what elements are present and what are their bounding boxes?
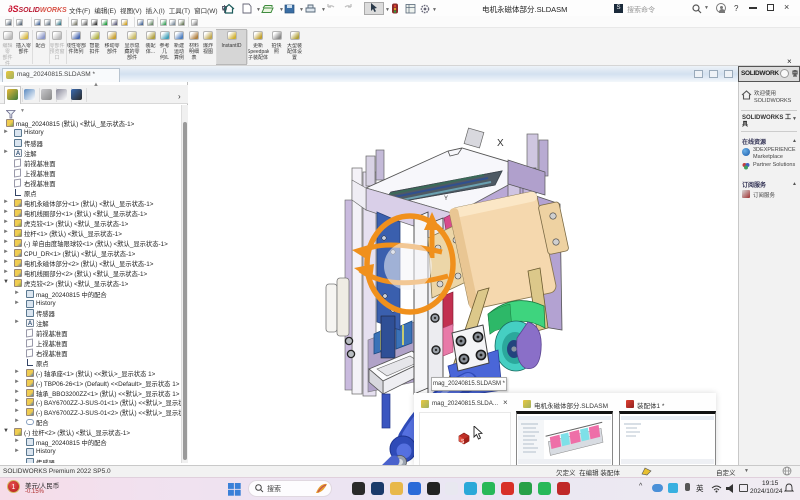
svg-text:Y: Y <box>444 196 448 202</box>
